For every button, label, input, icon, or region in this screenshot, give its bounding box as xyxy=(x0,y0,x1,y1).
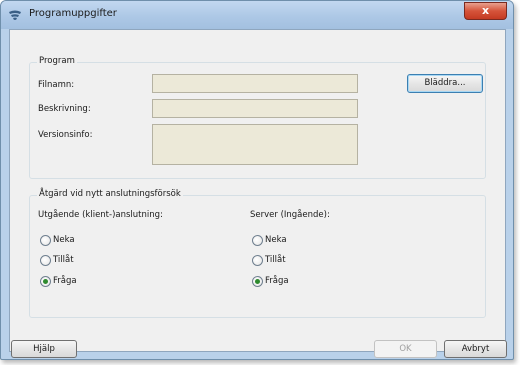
radio-label: Tillåt xyxy=(53,255,74,265)
radio-label: Fråga xyxy=(265,276,289,286)
ok-label: OK xyxy=(399,344,412,354)
ok-button[interactable]: OK xyxy=(374,340,437,358)
radio-label: Neka xyxy=(53,235,75,245)
radio-button[interactable] xyxy=(252,255,263,266)
radio-button[interactable] xyxy=(252,235,263,246)
radio-button-selected[interactable] xyxy=(252,276,263,287)
action-group-title: Åtgärd vid nytt anslutningsförsök xyxy=(37,189,183,199)
outgoing-heading: Utgående (klient-)anslutning: xyxy=(38,210,163,220)
title-bar[interactable]: Programuppgifter x xyxy=(1,1,513,29)
close-icon: x xyxy=(481,4,490,17)
description-field[interactable] xyxy=(152,99,358,118)
cancel-label: Avbryt xyxy=(461,344,490,354)
server-heading: Server (Ingående): xyxy=(250,210,330,220)
radio-button-selected[interactable] xyxy=(40,276,51,287)
help-button[interactable]: Hjälp xyxy=(11,340,77,358)
filename-field[interactable] xyxy=(152,74,358,93)
radio-label: Fråga xyxy=(53,276,77,286)
browse-button[interactable]: Bläddra... xyxy=(407,74,483,93)
radio-selected-dot xyxy=(43,279,48,284)
help-label: Hjälp xyxy=(33,344,55,354)
version-label: Versionsinfo: xyxy=(38,130,93,140)
radio-label: Neka xyxy=(265,235,287,245)
radio-selected-dot xyxy=(255,279,260,284)
app-shield-icon xyxy=(9,10,21,20)
radio-button[interactable] xyxy=(40,235,51,246)
radio-label: Tillåt xyxy=(265,255,286,265)
description-label: Beskrivning: xyxy=(38,104,91,114)
program-group-title: Program xyxy=(37,56,77,66)
browse-label: Bläddra... xyxy=(424,78,466,88)
version-field[interactable] xyxy=(152,124,358,165)
cancel-button[interactable]: Avbryt xyxy=(444,340,507,358)
filename-label: Filnamn: xyxy=(38,80,75,90)
dialog-body: Program Filnamn: Bläddra... Beskrivning:… xyxy=(9,29,506,352)
dialog-window: Programuppgifter x Program Filnamn: Bläd… xyxy=(0,0,514,360)
window-title: Programuppgifter xyxy=(29,8,117,19)
close-button[interactable]: x xyxy=(464,2,507,20)
radio-button[interactable] xyxy=(40,255,51,266)
